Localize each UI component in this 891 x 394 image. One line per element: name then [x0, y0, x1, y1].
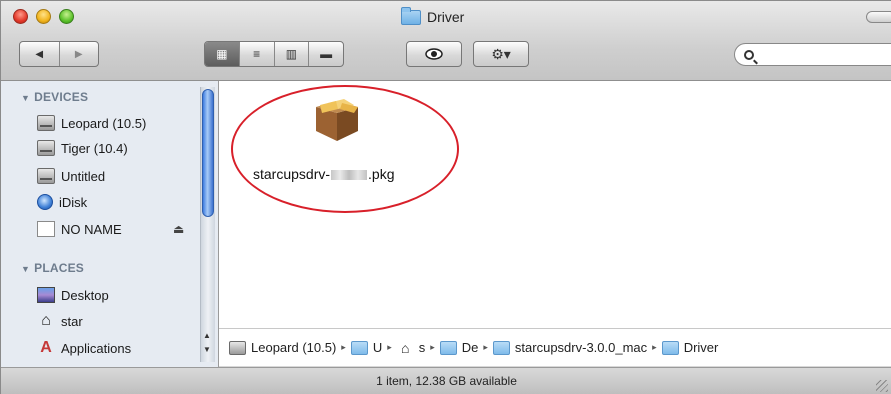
path-separator-icon: ▸ — [483, 342, 488, 352]
scroll-up-arrow-icon[interactable]: ▲ — [203, 331, 211, 340]
eject-icon[interactable]: ⏏ — [173, 222, 184, 236]
package-file-name[interactable]: starcupsdrv- .pkg — [253, 166, 395, 182]
sidebar-item-label: Applications — [61, 340, 132, 356]
search-icon — [744, 49, 754, 60]
hard-drive-icon — [229, 340, 246, 355]
column-view-button[interactable]: ▥ — [275, 42, 310, 66]
view-mode-control: ▦ ≡ ▥ ▬ — [204, 41, 344, 67]
hard-drive-icon — [37, 168, 55, 184]
scrollbar-thumb[interactable] — [202, 89, 214, 217]
icon-view-button[interactable]: ▦ — [205, 42, 240, 66]
desktop-icon — [37, 287, 55, 303]
redacted-version — [331, 170, 368, 181]
window-title: Driver — [401, 6, 465, 25]
coverflow-view-button[interactable]: ▬ — [309, 42, 343, 66]
status-text: 1 item, 12.38 GB available — [376, 374, 517, 388]
list-view-icon: ≡ — [253, 47, 261, 61]
applications-icon: A — [40, 339, 52, 356]
sidebar-item-label: Tiger (10.4) — [61, 140, 128, 156]
home-icon: ⌂ — [41, 312, 51, 329]
back-forward-control: ◀ ▶ — [19, 41, 99, 67]
search-field[interactable] — [734, 43, 891, 66]
path-separator-icon: ▸ — [652, 342, 657, 352]
column-view-icon: ▥ — [285, 47, 298, 61]
gear-icon: ⚙▾ — [491, 45, 511, 62]
file-browser-content: starcupsdrv- .pkg — [219, 81, 891, 328]
toolbar-toggle-button[interactable] — [866, 11, 891, 23]
sidebar-item-home[interactable]: ⌂ star — [37, 310, 197, 332]
folder-icon — [401, 6, 421, 25]
icon-view-icon: ▦ — [216, 47, 228, 61]
sidebar-item-label: Leopard (10.5) — [61, 115, 147, 131]
path-item-desktop[interactable]: De — [462, 340, 479, 355]
search-input[interactable] — [760, 47, 890, 62]
folder-icon — [350, 340, 368, 355]
sidebar-item-label: Desktop — [61, 287, 109, 303]
back-button[interactable]: ◀ — [20, 42, 60, 66]
places-header[interactable]: ▼ PLACES — [21, 261, 84, 275]
list-view-button[interactable]: ≡ — [240, 42, 275, 66]
zoom-button[interactable] — [59, 9, 74, 24]
coverflow-view-icon: ▬ — [320, 47, 333, 61]
devices-header[interactable]: ▼ DEVICES — [21, 90, 88, 104]
quick-look-button[interactable] — [406, 41, 462, 67]
folder-icon — [439, 340, 457, 355]
toolbar: Driver ◀ ▶ ▦ ≡ ▥ ▬ ⚙▾ — [1, 1, 891, 81]
action-menu-button[interactable]: ⚙▾ — [473, 41, 529, 67]
close-button[interactable] — [13, 9, 28, 24]
path-item-driver[interactable]: Driver — [684, 340, 719, 355]
sidebar-item-idisk[interactable]: iDisk — [37, 191, 197, 213]
sidebar-scrollbar[interactable]: ▲ ▼ — [200, 87, 215, 362]
sidebar-item-label: Untitled — [61, 168, 106, 184]
path-item-home[interactable]: s — [419, 340, 426, 355]
resize-grip-icon[interactable] — [876, 380, 888, 392]
sidebar-item-label: star — [61, 313, 83, 329]
package-icon[interactable] — [314, 99, 360, 143]
eye-icon — [425, 48, 443, 60]
folder-icon — [492, 340, 510, 355]
idisk-icon — [37, 194, 53, 210]
minimize-button[interactable] — [36, 9, 51, 24]
path-separator-icon: ▸ — [387, 342, 392, 352]
path-bar: Leopard (10.5) ▸ U ▸ ⌂ s ▸ De ▸ starcups… — [219, 328, 891, 366]
disclosure-triangle-icon: ▼ — [21, 264, 31, 274]
scroll-down-arrow-icon[interactable]: ▼ — [203, 345, 211, 354]
path-separator-icon: ▸ — [430, 342, 435, 352]
sidebar-item-label: iDisk — [59, 194, 88, 210]
forward-button[interactable]: ▶ — [60, 42, 99, 66]
sidebar-item-applications[interactable]: A Applications — [37, 337, 197, 359]
finder-window: Driver ◀ ▶ ▦ ≡ ▥ ▬ ⚙▾ ▼ DEVICES Leopard … — [0, 0, 891, 394]
sidebar-item-untitled[interactable]: Untitled — [37, 165, 197, 187]
sidebar-item-label: NO NAME — [61, 221, 122, 237]
disclosure-triangle-icon: ▼ — [21, 93, 31, 103]
folder-icon — [661, 340, 679, 355]
sidebar-item-leopard[interactable]: Leopard (10.5) — [37, 112, 197, 134]
sidebar: ▼ DEVICES Leopard (10.5) Tiger (10.4) Unt… — [1, 81, 219, 367]
hard-drive-icon — [37, 140, 55, 156]
home-icon: ⌂ — [401, 339, 410, 356]
back-arrow-icon: ◀ — [35, 48, 44, 60]
removable-disk-icon — [37, 221, 55, 237]
path-separator-icon: ▸ — [341, 342, 346, 352]
status-bar: 1 item, 12.38 GB available — [1, 367, 891, 394]
path-item-starcupsdrv[interactable]: starcupsdrv-3.0.0_mac — [515, 340, 647, 355]
hard-drive-icon — [37, 115, 55, 131]
sidebar-item-tiger[interactable]: Tiger (10.4) — [37, 137, 197, 159]
forward-arrow-icon: ▶ — [74, 48, 83, 60]
path-item-users[interactable]: U — [373, 340, 382, 355]
path-item-leopard[interactable]: Leopard (10.5) — [251, 340, 336, 355]
window-title-text: Driver — [427, 9, 465, 25]
sidebar-item-desktop[interactable]: Desktop — [37, 284, 197, 306]
